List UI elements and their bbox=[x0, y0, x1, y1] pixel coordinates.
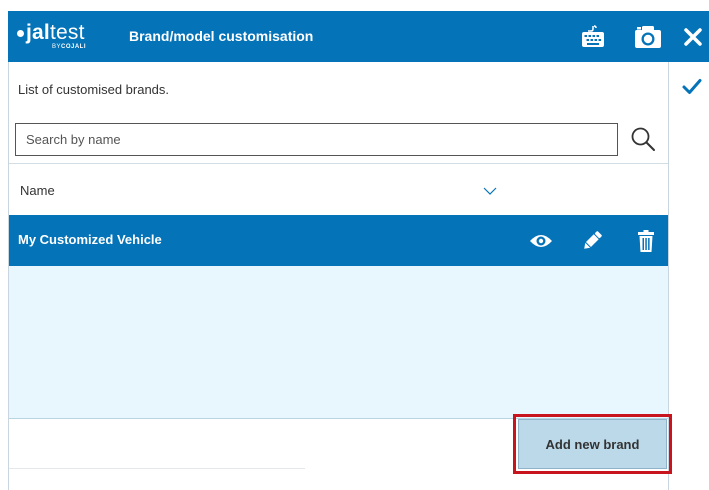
search-icon[interactable] bbox=[629, 125, 657, 153]
brand-list-panel: List of customised brands. Name My Custo… bbox=[8, 62, 672, 490]
list-item-name: My Customized Vehicle bbox=[18, 232, 162, 247]
title-bar: jaltest BYCOJALI Brand/model customisati… bbox=[8, 11, 709, 62]
logo-sub-by: BY bbox=[52, 44, 62, 50]
trash-icon[interactable] bbox=[633, 228, 659, 254]
checkmark-icon[interactable] bbox=[681, 76, 703, 98]
add-new-brand-button[interactable]: Add new brand bbox=[518, 419, 667, 469]
keyboard-icon[interactable] bbox=[578, 22, 608, 52]
jaltest-logo: jaltest BYCOJALI bbox=[17, 21, 87, 50]
pencil-icon[interactable] bbox=[579, 228, 605, 254]
eye-icon[interactable] bbox=[528, 228, 554, 254]
logo-sub-name: COJALI bbox=[61, 44, 87, 50]
list-item[interactable]: My Customized Vehicle bbox=[9, 215, 668, 266]
brand-list-area bbox=[9, 266, 668, 419]
column-header-name[interactable]: Name bbox=[9, 164, 668, 215]
column-header-label: Name bbox=[20, 183, 55, 198]
page-title: Brand/model customisation bbox=[129, 28, 314, 44]
divider bbox=[9, 468, 305, 469]
logo-brand-bold: jal bbox=[26, 21, 50, 44]
close-icon[interactable] bbox=[678, 22, 708, 52]
camera-icon[interactable] bbox=[633, 22, 663, 52]
logo-brand-light: test bbox=[49, 21, 85, 44]
panel-label: List of customised brands. bbox=[18, 82, 170, 97]
search-input[interactable] bbox=[15, 123, 618, 156]
chevron-down-icon[interactable] bbox=[483, 183, 497, 195]
